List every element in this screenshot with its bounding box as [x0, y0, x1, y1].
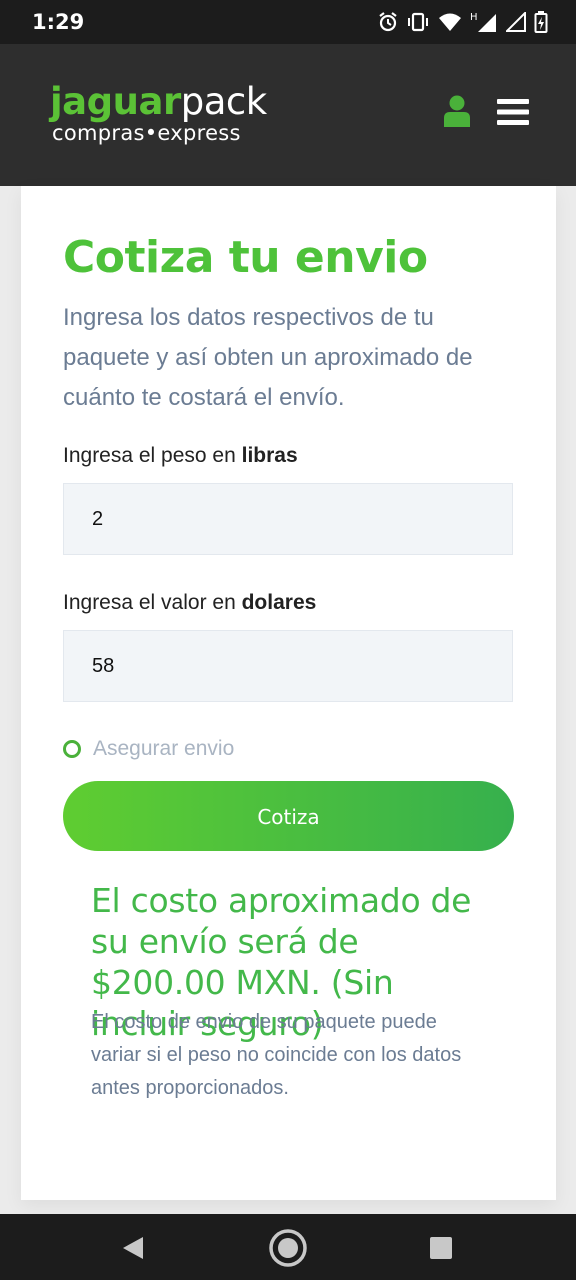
value-label-unit: dolares	[241, 591, 317, 614]
menu-icon[interactable]	[497, 98, 529, 126]
status-time: 1:29	[32, 10, 85, 34]
logo-light-text: pack	[180, 80, 267, 123]
value-label-prefix: Ingresa el valor en	[63, 591, 242, 614]
status-bar: 1:29 H	[0, 0, 576, 44]
page-title: Cotiza tu envio	[63, 232, 428, 283]
alarm-icon	[379, 12, 397, 32]
logo-tagline: compras•express	[52, 121, 241, 145]
svg-text:H: H	[470, 12, 478, 23]
weight-label: Ingresa el peso en libras	[63, 444, 298, 468]
vibrate-icon	[408, 12, 428, 32]
page-subtitle: Ingresa los datos respectivos de tu paqu…	[63, 304, 473, 411]
result-note: El costo de envio de su paquete puede va…	[91, 1011, 462, 1099]
signal-icon	[506, 12, 526, 32]
signal-h-icon: H	[470, 12, 496, 32]
user-icon[interactable]	[443, 95, 471, 127]
weight-label-unit: libras	[241, 444, 298, 467]
value-label: Ingresa el valor en dolares	[63, 591, 316, 615]
insure-radio[interactable]	[63, 740, 81, 758]
weight-label-prefix: Ingresa el peso en	[63, 444, 242, 467]
wifi-icon	[439, 13, 461, 31]
cotiza-button[interactable]: Cotiza	[63, 781, 514, 851]
insure-option[interactable]: Asegurar envio	[63, 737, 234, 761]
status-icons: H	[378, 11, 548, 33]
system-nav-bar	[0, 1214, 576, 1280]
logo[interactable]: jaguarpack compras•express	[50, 82, 270, 152]
back-icon[interactable]	[122, 1236, 144, 1260]
value-input[interactable]: 58	[63, 630, 513, 702]
insure-label: Asegurar envio	[93, 737, 235, 760]
app-header: jaguarpack compras•express	[0, 44, 576, 186]
logo-bold-text: jaguar	[50, 80, 181, 123]
battery-icon	[534, 11, 548, 33]
home-icon[interactable]	[268, 1228, 308, 1268]
weight-input[interactable]: 2	[63, 483, 513, 555]
recent-apps-icon[interactable]	[430, 1237, 452, 1259]
